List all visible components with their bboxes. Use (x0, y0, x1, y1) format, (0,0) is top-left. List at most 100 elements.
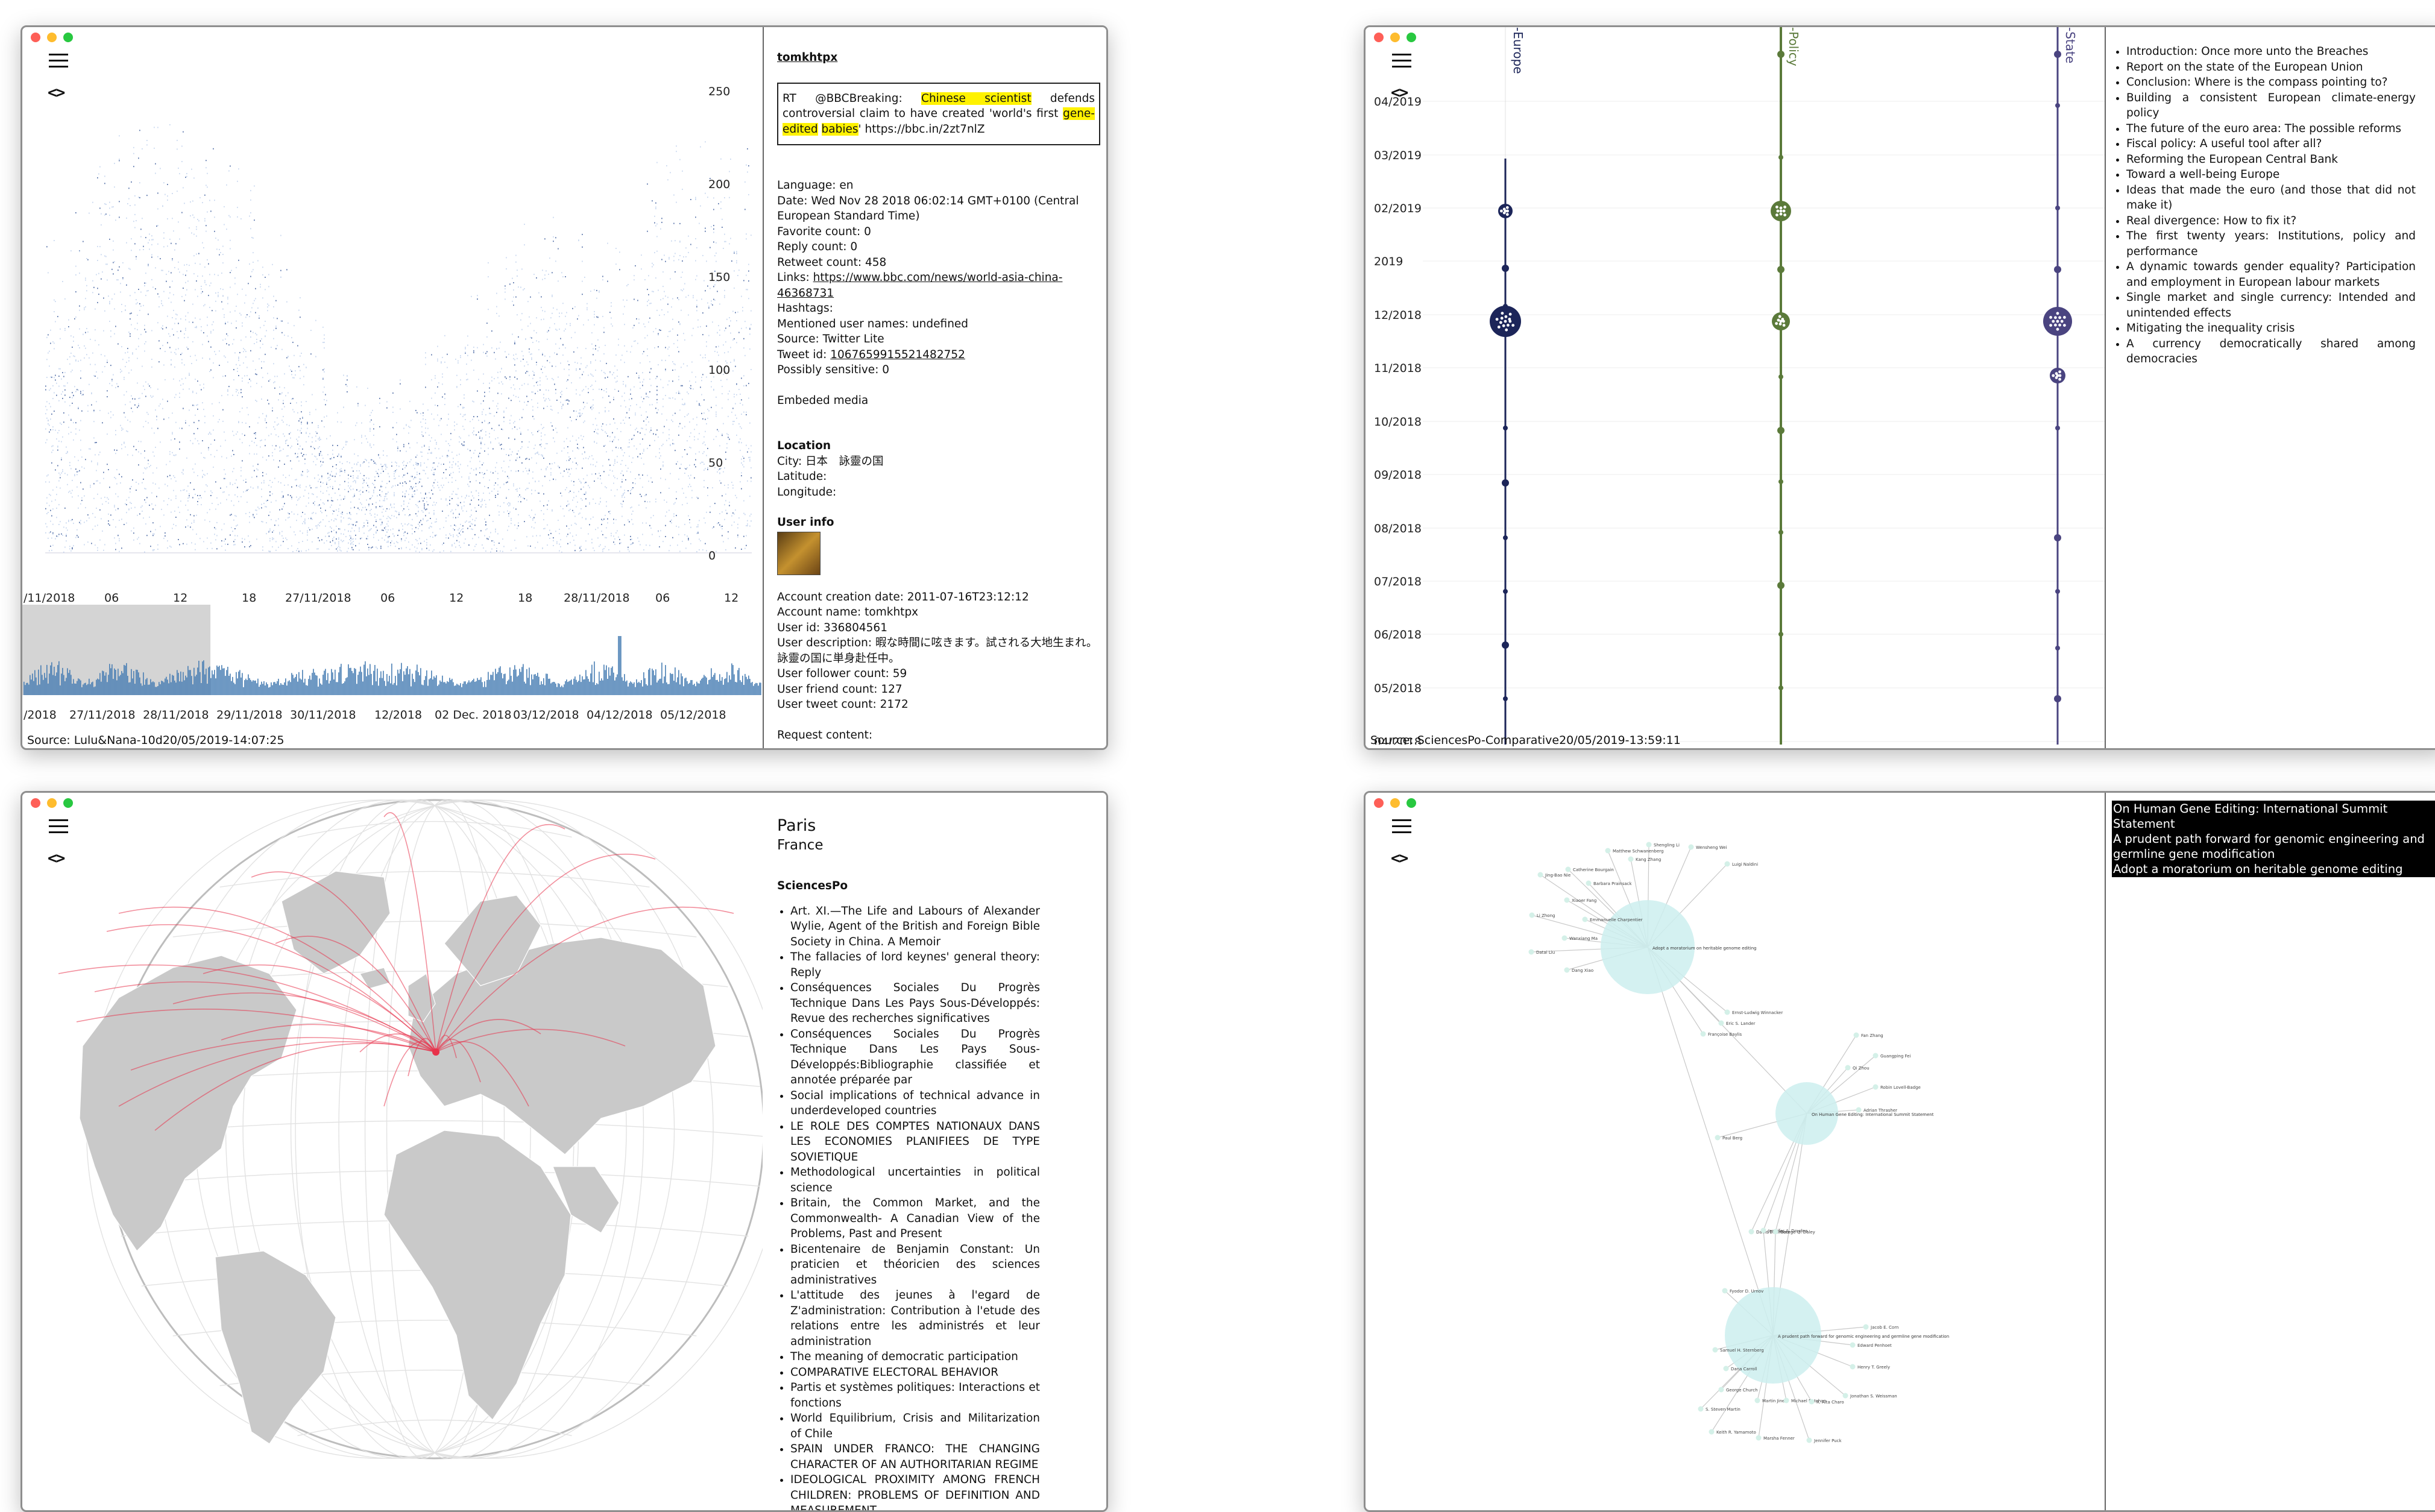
tweet-point (541, 443, 542, 445)
tweet-point (245, 350, 247, 352)
minimize-window-button[interactable] (47, 33, 57, 42)
tweet-point (695, 197, 696, 198)
tweet-point (222, 339, 224, 341)
tweet-point (528, 325, 529, 327)
tweet-point (395, 477, 396, 479)
tweet-point (644, 337, 646, 339)
tweet-point (610, 512, 611, 514)
tweet-point (672, 421, 673, 423)
tweet-point (606, 424, 607, 426)
tweet-point (75, 265, 77, 267)
tweet-point (185, 505, 186, 506)
tweet-point (502, 538, 503, 540)
tweet-point (537, 451, 538, 453)
tweet-point (489, 436, 490, 438)
tweet-point (537, 492, 538, 494)
tweet-point (419, 478, 420, 480)
tweet-point (186, 519, 187, 521)
code-toggle-icon[interactable]: <> (48, 84, 65, 102)
tweet-point (460, 523, 461, 525)
tweet-point (261, 482, 262, 484)
tweet-point (623, 420, 624, 421)
tweet-point (145, 331, 146, 333)
tweet-point (437, 360, 438, 362)
tweet-point (552, 409, 553, 411)
tweet-point (667, 179, 669, 181)
tweet-point (194, 471, 195, 473)
tweet-point (704, 280, 705, 282)
tweet-point (71, 550, 72, 552)
tweet-point (379, 494, 380, 496)
tweet-point (203, 247, 204, 248)
tweet-point (515, 489, 517, 490)
tweet-point (689, 436, 690, 438)
tweet-point (546, 469, 547, 471)
tweet-point (262, 475, 263, 477)
tweet-point (317, 487, 318, 488)
tweet-point (491, 540, 493, 542)
tweet-point (570, 417, 571, 418)
tweet-point (542, 269, 543, 271)
tweet-point (617, 530, 618, 532)
tweet-point (613, 418, 614, 420)
tweet-point (71, 432, 72, 433)
tweet-point (192, 391, 194, 392)
zoom-window-button[interactable] (63, 33, 73, 42)
tweet-density-chart[interactable] (22, 27, 764, 745)
tweet-point (403, 464, 405, 466)
tweet-point (74, 456, 75, 458)
tweet-point (467, 379, 468, 380)
tweet-point (425, 473, 426, 474)
tweet-point (124, 443, 125, 444)
tweet-point (295, 374, 296, 376)
tweet-point (424, 507, 425, 509)
tweet-point (647, 501, 648, 503)
tweet-point (95, 364, 96, 365)
tweet-point (86, 290, 87, 292)
tweet-point (276, 549, 277, 551)
tweet-point (98, 344, 99, 345)
tweet-point (203, 332, 204, 333)
tweet-point (517, 488, 518, 490)
tweet-point (384, 500, 385, 502)
tweet-point (315, 512, 317, 514)
tweet-point (382, 468, 383, 470)
tweet-point (669, 487, 670, 489)
tweet-point (202, 275, 203, 277)
close-window-button[interactable] (31, 33, 40, 42)
tweet-point (465, 497, 466, 499)
tweet-point (555, 531, 556, 532)
hamburger-menu-icon[interactable] (49, 54, 68, 68)
tweet-point (339, 504, 341, 506)
tweet-point (353, 541, 354, 543)
tweet-point (537, 381, 538, 383)
tweet-point (218, 274, 219, 276)
tweet-point (242, 322, 243, 324)
tweet-point (630, 544, 631, 546)
tweet-point (570, 458, 571, 459)
tweet-point (487, 528, 488, 530)
tweet-point (473, 427, 474, 429)
tweet-point (600, 501, 601, 502)
tweet-point (500, 444, 501, 446)
tweet-point (233, 379, 235, 380)
tweet-point (160, 258, 161, 260)
tweet-point (682, 189, 683, 191)
tweet-point (595, 370, 596, 371)
tweet-point (517, 528, 518, 529)
tweet-point (417, 505, 418, 506)
tweet-point (204, 304, 206, 306)
tweet-point (518, 286, 519, 288)
tweet-point (420, 451, 421, 453)
tweet-point (319, 478, 320, 480)
tweet-point (126, 430, 127, 432)
tweet-point (144, 285, 145, 286)
tweet-point (398, 512, 400, 514)
tweet-point (534, 274, 535, 276)
tweet-point (307, 539, 308, 541)
tweet-point (449, 499, 450, 501)
tweet-point (558, 412, 559, 414)
tweet-point (121, 547, 122, 549)
tweet-point (441, 464, 442, 465)
tweet-point (467, 344, 468, 346)
